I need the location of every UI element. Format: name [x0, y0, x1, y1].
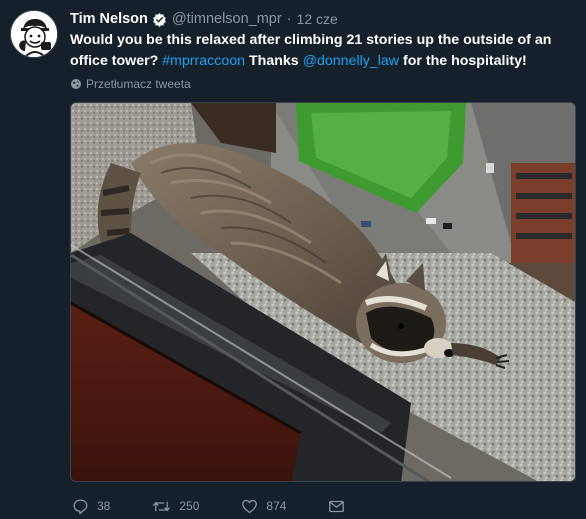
tweet-text: Would you be this relaxed after climbing…	[70, 30, 575, 72]
hashtag-link[interactable]: #mprraccoon	[162, 53, 245, 69]
verified-badge-icon	[152, 12, 167, 27]
reply-button[interactable]: 38	[72, 498, 110, 515]
retweet-count: 250	[179, 499, 200, 513]
translate-tweet-link[interactable]: Przetłumacz tweeta	[70, 76, 191, 92]
avatar-illustration	[11, 11, 57, 57]
retweet-button[interactable]: 250	[152, 498, 199, 515]
tweet-text-part: for the hospitality!	[399, 53, 527, 69]
translate-label: Przetłumacz tweeta	[86, 77, 191, 91]
like-count: 874	[266, 499, 287, 513]
direct-message-button[interactable]	[328, 498, 353, 515]
tweet-timestamp[interactable]: 12 cze	[297, 11, 338, 27]
tweet-header: Tim Nelson @timnelson_mpr · 12 cze	[70, 9, 338, 29]
mention-link[interactable]: @donnelly_law	[303, 53, 399, 69]
tweet-text-part: Thanks	[245, 53, 303, 69]
envelope-icon	[329, 500, 345, 512]
separator-dot: ·	[286, 11, 292, 27]
heart-icon	[242, 499, 258, 513]
avatar[interactable]	[10, 10, 58, 58]
reply-icon	[73, 498, 88, 514]
globe-icon	[71, 79, 81, 89]
reply-count: 38	[97, 499, 111, 513]
tweet-photo[interactable]	[70, 102, 576, 482]
tweet-actions: 38 250 874	[72, 496, 395, 516]
like-button[interactable]: 874	[241, 498, 286, 515]
author-handle[interactable]: @timnelson_mpr	[172, 11, 282, 27]
tweet: Tim Nelson @timnelson_mpr · 12 cze Would…	[0, 0, 586, 519]
raccoon-photo	[71, 103, 575, 481]
author-name[interactable]: Tim Nelson	[70, 11, 148, 27]
retweet-icon	[153, 501, 171, 511]
